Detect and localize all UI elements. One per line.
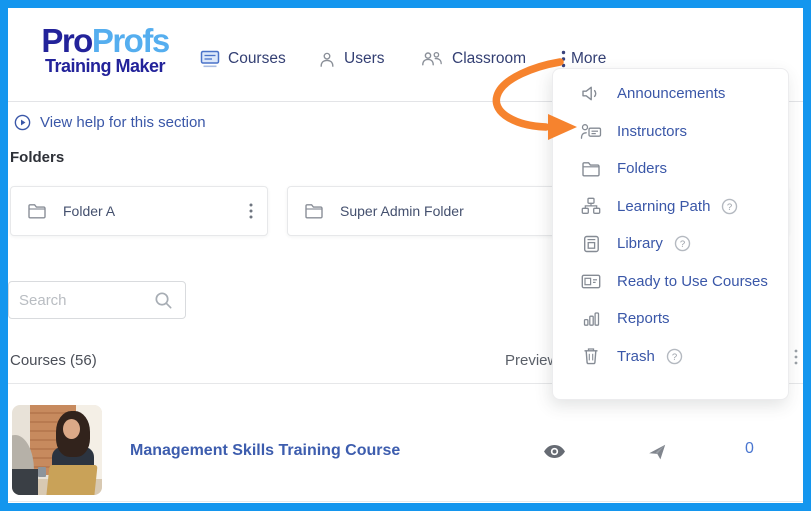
thumb-art	[46, 465, 98, 495]
send-plane-icon[interactable]	[647, 442, 667, 462]
menu-label: Library	[617, 235, 663, 253]
learning-path-icon	[579, 197, 603, 215]
courses-count-header: Courses (56)	[10, 352, 97, 369]
menu-item-trash[interactable]: Trash ?	[553, 338, 788, 376]
nav-tab-classroom[interactable]: Classroom	[420, 46, 526, 72]
nav-classroom-label: Classroom	[452, 50, 527, 67]
ready-courses-icon	[579, 273, 603, 290]
assign-count[interactable]: 0	[745, 440, 754, 458]
nav-courses-label: Courses	[228, 50, 286, 67]
folder-name: Folder A	[63, 203, 116, 219]
help-circle-icon[interactable]: ?	[721, 198, 738, 215]
more-dots-icon	[561, 50, 566, 68]
menu-label: Learning Path	[617, 197, 711, 215]
nav-more-label: More	[571, 50, 607, 67]
course-thumbnail[interactable]	[12, 405, 102, 495]
folder-icon	[304, 203, 324, 219]
trash-icon	[579, 347, 603, 365]
announcements-icon	[579, 85, 603, 102]
app-window: ProProfs Training Maker Courses Users Cl…	[0, 0, 811, 511]
folders-icon	[579, 161, 603, 177]
course-title-link[interactable]: Management Skills Training Course	[130, 442, 400, 460]
menu-label: Trash	[617, 347, 655, 365]
play-circle-icon	[14, 114, 31, 131]
more-dropdown-menu: Announcements Instructors Folders Learni…	[552, 68, 789, 400]
menu-item-learning-path[interactable]: Learning Path ?	[553, 188, 788, 226]
menu-label: Instructors	[617, 122, 688, 140]
logo-subtitle: Training Maker	[44, 56, 166, 76]
search-input[interactable]	[9, 291, 154, 309]
svg-text:?: ?	[680, 239, 685, 250]
classroom-icon	[420, 50, 444, 68]
reports-icon	[579, 311, 603, 327]
menu-item-folders[interactable]: Folders	[553, 150, 788, 188]
menu-item-ready-to-use-courses[interactable]: Ready to Use Courses	[553, 263, 788, 301]
svg-text:?: ?	[672, 352, 677, 363]
thumb-art	[63, 419, 80, 439]
page: ProProfs Training Maker Courses Users Cl…	[8, 8, 803, 503]
menu-label: Reports	[617, 310, 670, 328]
instructors-icon	[579, 122, 603, 140]
thumb-art	[38, 467, 46, 477]
courses-icon	[200, 50, 220, 68]
menu-label: Folders	[617, 160, 668, 178]
nav-users-label: Users	[344, 50, 385, 67]
menu-item-announcements[interactable]: Announcements	[553, 75, 788, 113]
search-box	[8, 281, 186, 319]
help-circle-icon[interactable]: ?	[674, 235, 691, 252]
nav-tab-courses[interactable]: Courses	[200, 46, 286, 72]
logo-profs-text: Profs	[91, 22, 170, 59]
svg-text:?: ?	[727, 202, 732, 213]
folder-name: Super Admin Folder	[340, 203, 464, 219]
users-icon	[318, 50, 336, 69]
thumb-art	[12, 469, 38, 495]
course-row: Management Skills Training Course 0	[8, 384, 803, 502]
folder-icon	[27, 203, 47, 219]
folder-card-folder-a[interactable]: Folder A	[10, 186, 268, 236]
menu-label: Announcements	[617, 85, 726, 103]
menu-item-reports[interactable]: Reports	[553, 300, 788, 338]
search-icon[interactable]	[154, 291, 173, 310]
edge-kebab-icon[interactable]	[794, 349, 798, 365]
library-icon	[579, 235, 603, 253]
logo-pro-text: Pro	[41, 22, 93, 59]
view-help-label: View help for this section	[40, 114, 206, 131]
menu-label: Ready to Use Courses	[617, 272, 768, 290]
nav-tab-users[interactable]: Users	[318, 46, 384, 72]
menu-item-library[interactable]: Library ?	[553, 225, 788, 263]
logo-wordmark: ProProfs	[20, 24, 190, 58]
proprofs-logo[interactable]: ProProfs Training Maker	[20, 24, 190, 77]
folder-kebab-icon[interactable]	[249, 203, 253, 219]
preview-column-header: Preview	[505, 352, 559, 369]
help-circle-icon[interactable]: ?	[666, 348, 683, 365]
view-help-link[interactable]: View help for this section	[14, 114, 206, 131]
menu-item-instructors[interactable]: Instructors	[553, 113, 788, 151]
preview-eye-icon[interactable]	[543, 444, 566, 459]
folders-section-title: Folders	[10, 149, 65, 166]
